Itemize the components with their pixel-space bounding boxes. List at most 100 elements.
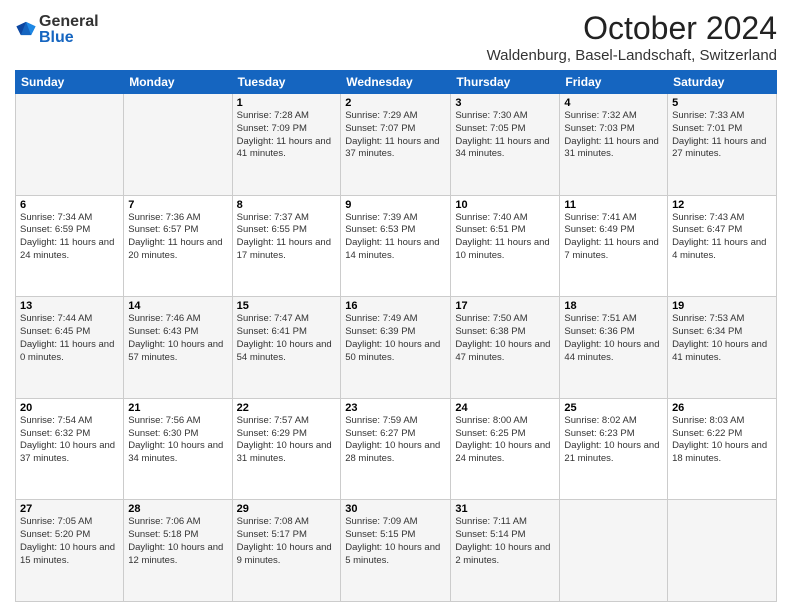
day-number: 31 (455, 503, 555, 515)
table-row: 27Sunrise: 7:05 AMSunset: 5:20 PMDayligh… (16, 500, 124, 602)
calendar-week-row: 20Sunrise: 7:54 AMSunset: 6:32 PMDayligh… (16, 398, 777, 500)
day-detail: Sunrise: 7:30 AMSunset: 7:05 PMDaylight:… (455, 110, 555, 161)
table-row: 2Sunrise: 7:29 AMSunset: 7:07 PMDaylight… (341, 94, 451, 196)
calendar-week-row: 27Sunrise: 7:05 AMSunset: 5:20 PMDayligh… (16, 500, 777, 602)
day-number: 18 (564, 300, 663, 312)
logo-general: General (39, 14, 99, 30)
table-row: 25Sunrise: 8:02 AMSunset: 6:23 PMDayligh… (560, 398, 668, 500)
table-row: 6Sunrise: 7:34 AMSunset: 6:59 PMDaylight… (16, 195, 124, 297)
calendar-week-row: 13Sunrise: 7:44 AMSunset: 6:45 PMDayligh… (16, 297, 777, 399)
day-number: 30 (345, 503, 446, 515)
col-friday: Friday (560, 71, 668, 94)
day-number: 9 (345, 199, 446, 211)
calendar-table: Sunday Monday Tuesday Wednesday Thursday… (15, 70, 777, 602)
table-row: 8Sunrise: 7:37 AMSunset: 6:55 PMDaylight… (232, 195, 341, 297)
table-row: 15Sunrise: 7:47 AMSunset: 6:41 PMDayligh… (232, 297, 341, 399)
table-row: 1Sunrise: 7:28 AMSunset: 7:09 PMDaylight… (232, 94, 341, 196)
day-detail: Sunrise: 7:33 AMSunset: 7:01 PMDaylight:… (672, 110, 772, 161)
day-number: 25 (564, 402, 663, 414)
month-title: October 2024 (487, 10, 777, 47)
day-detail: Sunrise: 7:09 AMSunset: 5:15 PMDaylight:… (345, 516, 446, 567)
col-saturday: Saturday (668, 71, 777, 94)
day-detail: Sunrise: 7:49 AMSunset: 6:39 PMDaylight:… (345, 313, 446, 364)
col-thursday: Thursday (451, 71, 560, 94)
location-title: Waldenburg, Basel-Landschaft, Switzerlan… (487, 47, 777, 64)
table-row: 19Sunrise: 7:53 AMSunset: 6:34 PMDayligh… (668, 297, 777, 399)
day-detail: Sunrise: 7:47 AMSunset: 6:41 PMDaylight:… (237, 313, 337, 364)
day-detail: Sunrise: 7:41 AMSunset: 6:49 PMDaylight:… (564, 212, 663, 263)
day-number: 11 (564, 199, 663, 211)
day-detail: Sunrise: 7:34 AMSunset: 6:59 PMDaylight:… (20, 212, 119, 263)
day-number: 1 (237, 97, 337, 109)
table-row: 18Sunrise: 7:51 AMSunset: 6:36 PMDayligh… (560, 297, 668, 399)
day-detail: Sunrise: 7:53 AMSunset: 6:34 PMDaylight:… (672, 313, 772, 364)
day-detail: Sunrise: 7:08 AMSunset: 5:17 PMDaylight:… (237, 516, 337, 567)
table-row: 5Sunrise: 7:33 AMSunset: 7:01 PMDaylight… (668, 94, 777, 196)
table-row: 21Sunrise: 7:56 AMSunset: 6:30 PMDayligh… (124, 398, 232, 500)
day-number: 26 (672, 402, 772, 414)
title-block: October 2024 Waldenburg, Basel-Landschaf… (487, 10, 777, 64)
table-row: 17Sunrise: 7:50 AMSunset: 6:38 PMDayligh… (451, 297, 560, 399)
day-number: 22 (237, 402, 337, 414)
table-row: 9Sunrise: 7:39 AMSunset: 6:53 PMDaylight… (341, 195, 451, 297)
col-wednesday: Wednesday (341, 71, 451, 94)
day-detail: Sunrise: 7:06 AMSunset: 5:18 PMDaylight:… (128, 516, 227, 567)
day-number: 23 (345, 402, 446, 414)
day-number: 7 (128, 199, 227, 211)
day-number: 5 (672, 97, 772, 109)
day-detail: Sunrise: 7:59 AMSunset: 6:27 PMDaylight:… (345, 415, 446, 466)
day-detail: Sunrise: 7:57 AMSunset: 6:29 PMDaylight:… (237, 415, 337, 466)
day-number: 14 (128, 300, 227, 312)
day-detail: Sunrise: 7:43 AMSunset: 6:47 PMDaylight:… (672, 212, 772, 263)
day-detail: Sunrise: 7:11 AMSunset: 5:14 PMDaylight:… (455, 516, 555, 567)
logo-text: General Blue (39, 14, 99, 46)
day-detail: Sunrise: 7:37 AMSunset: 6:55 PMDaylight:… (237, 212, 337, 263)
logo-blue: Blue (39, 30, 99, 46)
table-row: 11Sunrise: 7:41 AMSunset: 6:49 PMDayligh… (560, 195, 668, 297)
logo: General Blue (15, 14, 99, 46)
header: General Blue October 2024 Waldenburg, Ba… (15, 10, 777, 64)
day-detail: Sunrise: 7:29 AMSunset: 7:07 PMDaylight:… (345, 110, 446, 161)
day-detail: Sunrise: 7:40 AMSunset: 6:51 PMDaylight:… (455, 212, 555, 263)
day-detail: Sunrise: 7:39 AMSunset: 6:53 PMDaylight:… (345, 212, 446, 263)
day-number: 15 (237, 300, 337, 312)
table-row: 12Sunrise: 7:43 AMSunset: 6:47 PMDayligh… (668, 195, 777, 297)
table-row: 31Sunrise: 7:11 AMSunset: 5:14 PMDayligh… (451, 500, 560, 602)
table-row: 7Sunrise: 7:36 AMSunset: 6:57 PMDaylight… (124, 195, 232, 297)
table-row (16, 94, 124, 196)
calendar-header-row: Sunday Monday Tuesday Wednesday Thursday… (16, 71, 777, 94)
page: General Blue October 2024 Waldenburg, Ba… (0, 0, 792, 612)
table-row: 24Sunrise: 8:00 AMSunset: 6:25 PMDayligh… (451, 398, 560, 500)
table-row (668, 500, 777, 602)
table-row: 30Sunrise: 7:09 AMSunset: 5:15 PMDayligh… (341, 500, 451, 602)
day-number: 13 (20, 300, 119, 312)
col-tuesday: Tuesday (232, 71, 341, 94)
day-detail: Sunrise: 7:36 AMSunset: 6:57 PMDaylight:… (128, 212, 227, 263)
day-number: 28 (128, 503, 227, 515)
day-detail: Sunrise: 7:28 AMSunset: 7:09 PMDaylight:… (237, 110, 337, 161)
day-number: 12 (672, 199, 772, 211)
day-number: 3 (455, 97, 555, 109)
col-sunday: Sunday (16, 71, 124, 94)
col-monday: Monday (124, 71, 232, 94)
table-row: 4Sunrise: 7:32 AMSunset: 7:03 PMDaylight… (560, 94, 668, 196)
day-detail: Sunrise: 8:03 AMSunset: 6:22 PMDaylight:… (672, 415, 772, 466)
day-number: 2 (345, 97, 446, 109)
day-number: 27 (20, 503, 119, 515)
day-detail: Sunrise: 8:02 AMSunset: 6:23 PMDaylight:… (564, 415, 663, 466)
day-number: 17 (455, 300, 555, 312)
table-row (124, 94, 232, 196)
table-row: 10Sunrise: 7:40 AMSunset: 6:51 PMDayligh… (451, 195, 560, 297)
day-number: 6 (20, 199, 119, 211)
day-number: 16 (345, 300, 446, 312)
table-row: 3Sunrise: 7:30 AMSunset: 7:05 PMDaylight… (451, 94, 560, 196)
table-row: 20Sunrise: 7:54 AMSunset: 6:32 PMDayligh… (16, 398, 124, 500)
day-number: 8 (237, 199, 337, 211)
day-number: 4 (564, 97, 663, 109)
day-detail: Sunrise: 7:56 AMSunset: 6:30 PMDaylight:… (128, 415, 227, 466)
table-row: 22Sunrise: 7:57 AMSunset: 6:29 PMDayligh… (232, 398, 341, 500)
day-number: 21 (128, 402, 227, 414)
day-detail: Sunrise: 7:44 AMSunset: 6:45 PMDaylight:… (20, 313, 119, 364)
day-detail: Sunrise: 7:54 AMSunset: 6:32 PMDaylight:… (20, 415, 119, 466)
day-number: 29 (237, 503, 337, 515)
